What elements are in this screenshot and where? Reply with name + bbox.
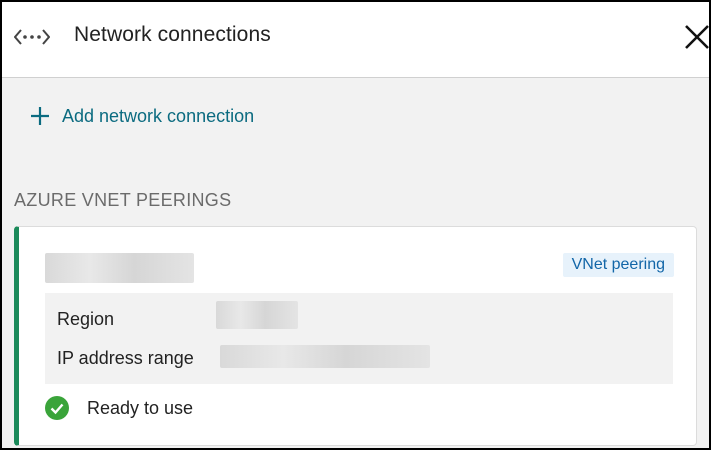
- region-label: Region: [57, 309, 115, 329]
- connection-details: Region IP address range: [45, 293, 673, 384]
- add-network-connection-label: Add network connection: [62, 105, 255, 126]
- network-connections-panel: Network connections Add network connecti…: [0, 0, 711, 450]
- network-connection-icon: [14, 29, 50, 45]
- panel-title: Network connections: [74, 23, 271, 46]
- check-circle-icon: [45, 396, 69, 420]
- panel-header: Network connections: [2, 2, 709, 78]
- ip-range-label: IP address range: [57, 348, 194, 368]
- connection-name-redacted: [45, 253, 194, 283]
- region-value-redacted: [216, 301, 298, 329]
- vnet-peering-badge: VNet peering: [562, 253, 674, 277]
- close-icon[interactable]: [684, 24, 710, 50]
- plus-icon: [31, 107, 49, 125]
- ip-range-value-redacted: [220, 345, 430, 368]
- add-network-connection-button[interactable]: Add network connection: [30, 103, 254, 129]
- section-heading: AZURE VNET PEERINGS: [14, 190, 232, 210]
- vnet-peering-card[interactable]: VNet peering Region IP address range Rea…: [14, 226, 697, 446]
- status-text: Ready to use: [87, 397, 194, 418]
- connection-status: Ready to use: [45, 396, 193, 420]
